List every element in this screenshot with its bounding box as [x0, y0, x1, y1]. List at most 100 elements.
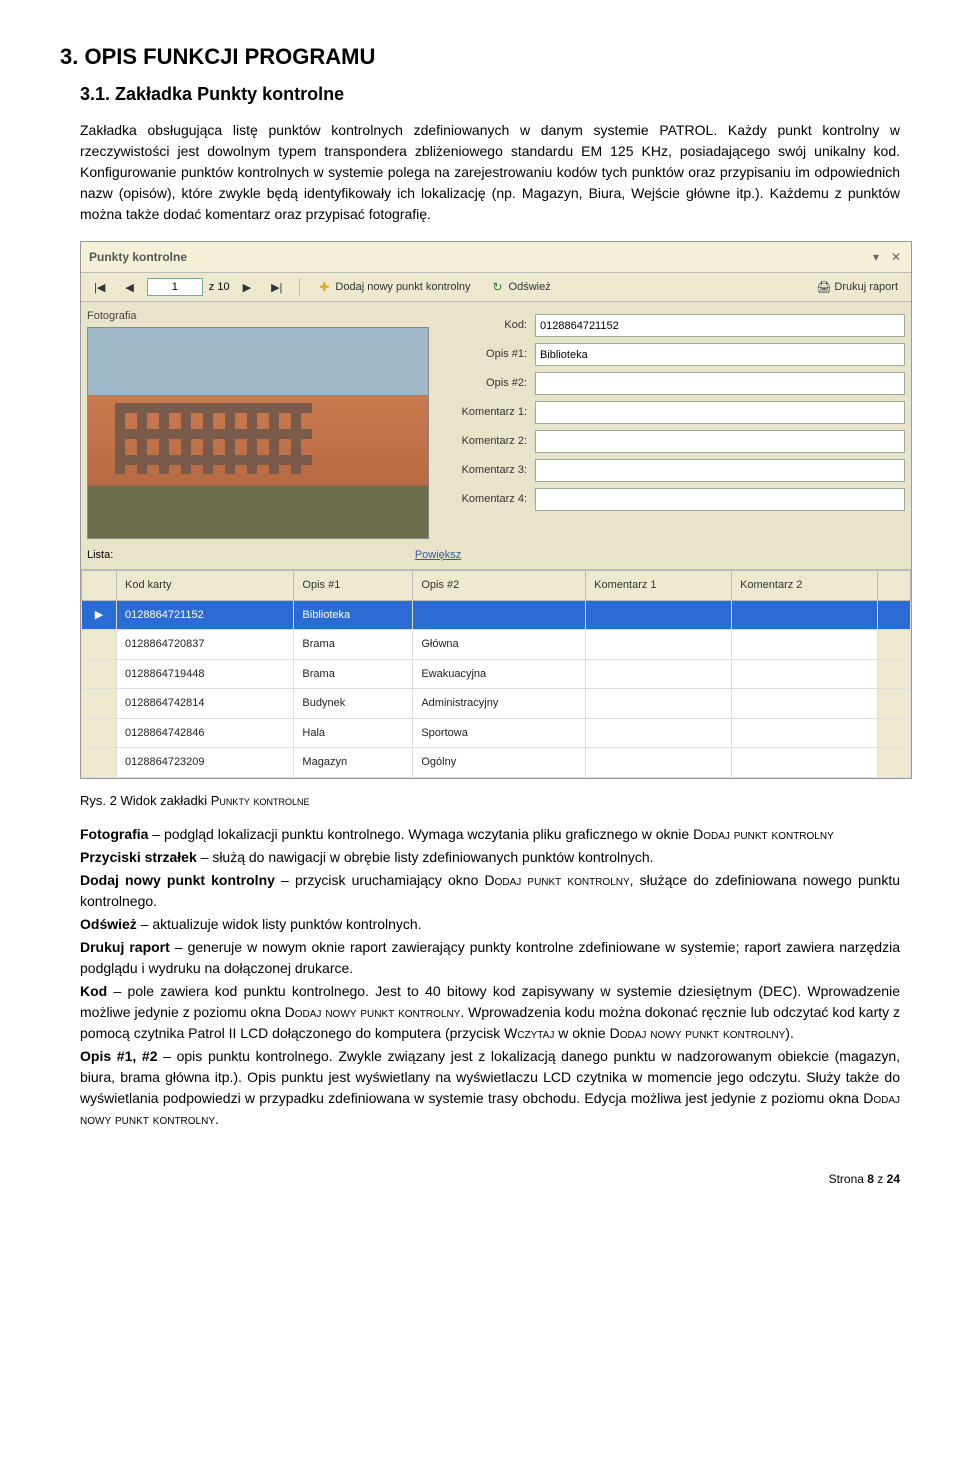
description-block: Fotografia – podgląd lokalizacji punktu …: [80, 824, 900, 1130]
row-handle: [82, 630, 117, 660]
print-report-button[interactable]: 🖨 Drukuj raport: [809, 277, 905, 297]
cell-opis1: Biblioteka: [294, 600, 413, 630]
fields-panel: Kod: Opis #1: Opis #2: Komentarz 1: Kome…: [437, 308, 905, 511]
cell-scroll: [878, 748, 911, 778]
printer-icon: 🖨: [816, 280, 830, 294]
komentarz1-input[interactable]: [535, 401, 905, 424]
page-total-label: z 10: [209, 279, 230, 296]
intro-paragraph: Zakładka obsługująca listę punktów kontr…: [80, 120, 900, 225]
app-window: Punkty kontrolne ▾ ✕ |◀ ◀ z 10 ▶ ▶| ✚ Do…: [80, 241, 912, 779]
cell-opis1: Budynek: [294, 689, 413, 719]
row-handle: [82, 659, 117, 689]
subsection-heading: 3.1. Zakładka Punkty kontrolne: [80, 81, 900, 108]
col-komentarz1[interactable]: Komentarz 1: [586, 571, 732, 601]
cell-kod: 0128864719448: [117, 659, 294, 689]
komentarz3-input[interactable]: [535, 459, 905, 482]
cell-opis1: Brama: [294, 630, 413, 660]
cell-kod: 0128864742814: [117, 689, 294, 719]
cell-k2: [732, 718, 878, 748]
cell-k1: [586, 659, 732, 689]
cell-k2: [732, 600, 878, 630]
cell-scroll: [878, 630, 911, 660]
toolbar-divider: [299, 278, 300, 296]
opis1-label: Opis #1:: [437, 346, 527, 363]
window-title: Punkty kontrolne: [89, 248, 187, 266]
cell-k2: [732, 689, 878, 719]
cell-scroll: [878, 718, 911, 748]
row-handle: ▶: [82, 600, 117, 630]
cell-k2: [732, 659, 878, 689]
figure-caption: Rys. 2 Widok zakładki Punkty kontrolne: [80, 791, 900, 811]
col-scroll[interactable]: [878, 571, 911, 601]
zoom-link[interactable]: Powiększ: [415, 549, 461, 561]
komentarz4-input[interactable]: [535, 488, 905, 511]
cell-opis2: Ewakuacyjna: [413, 659, 586, 689]
print-report-label: Drukuj raport: [834, 281, 898, 293]
opis2-label: Opis #2:: [437, 375, 527, 392]
photo-label: Fotografia: [87, 308, 429, 325]
row-handle: [82, 689, 117, 719]
minimize-icon[interactable]: ▾: [869, 250, 883, 264]
nav-prev-button[interactable]: ◀: [118, 278, 140, 297]
col-handle: [82, 571, 117, 601]
kod-label: Kod:: [437, 317, 527, 334]
refresh-icon: ↻: [491, 280, 505, 294]
cell-kod: 0128864720837: [117, 630, 294, 660]
cell-k1: [586, 600, 732, 630]
cell-opis2: Ogólny: [413, 748, 586, 778]
section-heading: 3. OPIS FUNKCJI PROGRAMU: [60, 40, 900, 73]
row-handle: [82, 718, 117, 748]
col-opis2[interactable]: Opis #2: [413, 571, 586, 601]
cell-k1: [586, 689, 732, 719]
komentarz2-label: Komentarz 2:: [437, 433, 527, 450]
close-icon[interactable]: ✕: [889, 250, 903, 264]
page-number-input[interactable]: [147, 278, 203, 296]
col-opis1[interactable]: Opis #1: [294, 571, 413, 601]
kod-input[interactable]: [535, 314, 905, 337]
nav-first-button[interactable]: |◀: [87, 278, 112, 297]
points-table: Kod karty Opis #1 Opis #2 Komentarz 1 Ko…: [81, 570, 911, 778]
cell-scroll: [878, 600, 911, 630]
lista-label: Lista:: [87, 547, 113, 564]
table-header-row: Kod karty Opis #1 Opis #2 Komentarz 1 Ko…: [82, 571, 911, 601]
table-row[interactable]: 0128864723209MagazynOgólny: [82, 748, 911, 778]
komentarz1-label: Komentarz 1:: [437, 404, 527, 421]
col-komentarz2[interactable]: Komentarz 2: [732, 571, 878, 601]
cell-opis2: [413, 600, 586, 630]
table-row[interactable]: 0128864742814BudynekAdministracyjny: [82, 689, 911, 719]
komentarz2-input[interactable]: [535, 430, 905, 453]
refresh-button[interactable]: ↻ Odśwież: [484, 277, 558, 297]
cell-kod: 0128864742846: [117, 718, 294, 748]
cell-scroll: [878, 659, 911, 689]
table-row[interactable]: ▶0128864721152Biblioteka: [82, 600, 911, 630]
cell-opis1: Magazyn: [294, 748, 413, 778]
cell-opis2: Sportowa: [413, 718, 586, 748]
nav-next-button[interactable]: ▶: [236, 278, 258, 297]
cell-k1: [586, 748, 732, 778]
cell-scroll: [878, 689, 911, 719]
detail-area: Fotografia Kod: Opis #1: Opis #2: Koment…: [81, 302, 911, 545]
cell-opis1: Hala: [294, 718, 413, 748]
row-handle: [82, 748, 117, 778]
cell-opis1: Brama: [294, 659, 413, 689]
cell-k1: [586, 718, 732, 748]
table-row[interactable]: 0128864719448BramaEwakuacyjna: [82, 659, 911, 689]
toolbar: |◀ ◀ z 10 ▶ ▶| ✚ Dodaj nowy punkt kontro…: [81, 273, 911, 302]
add-point-label: Dodaj nowy punkt kontrolny: [335, 281, 470, 293]
opis1-input[interactable]: [535, 343, 905, 366]
cell-opis2: Administracyjny: [413, 689, 586, 719]
table-row[interactable]: 0128864742846HalaSportowa: [82, 718, 911, 748]
photo-preview: [87, 327, 429, 539]
komentarz4-label: Komentarz 4:: [437, 491, 527, 508]
col-kod[interactable]: Kod karty: [117, 571, 294, 601]
opis2-input[interactable]: [535, 372, 905, 395]
add-point-button[interactable]: ✚ Dodaj nowy punkt kontrolny: [310, 277, 477, 297]
cell-kod: 0128864723209: [117, 748, 294, 778]
komentarz3-label: Komentarz 3:: [437, 462, 527, 479]
nav-last-button[interactable]: ▶|: [264, 278, 289, 297]
table-row[interactable]: 0128864720837BramaGłówna: [82, 630, 911, 660]
cell-opis2: Główna: [413, 630, 586, 660]
refresh-label: Odśwież: [509, 281, 551, 293]
cell-k1: [586, 630, 732, 660]
cell-k2: [732, 748, 878, 778]
